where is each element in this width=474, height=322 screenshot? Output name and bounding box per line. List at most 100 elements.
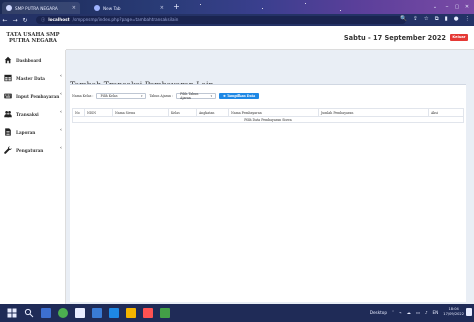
profile-avatar-icon[interactable]: ●	[454, 16, 459, 23]
site-info-icon[interactable]: ⓘ	[41, 16, 45, 24]
chevron-up-icon[interactable]: ˄	[392, 310, 394, 315]
kelas-select[interactable]: Pilih Kelas ▾	[96, 93, 147, 99]
sidebar-item-laporan[interactable]: Laporan ‹	[0, 124, 65, 140]
desktop-toolbar-label[interactable]: Desktop	[370, 310, 387, 315]
chevron-down-icon: ▾	[210, 94, 213, 98]
browser-menu-icon[interactable]: ⋮	[465, 16, 471, 23]
file-explorer-icon[interactable]	[126, 308, 136, 318]
sidebar-item-input-pembayaran[interactable]: Input Pembayaran ‹	[0, 88, 65, 104]
app-icon[interactable]	[143, 308, 153, 318]
column-header-aksi: Aksi	[428, 108, 464, 117]
chevron-left-icon: ‹	[60, 91, 62, 97]
zoom-icon[interactable]: 🔍	[400, 16, 407, 23]
column-header-jumlah-pembayaran: Jumlah Pembayaran	[318, 108, 429, 117]
tab-close-icon[interactable]: ×	[160, 5, 164, 11]
chevron-left-icon: ‹	[60, 109, 62, 115]
sidebar-icon[interactable]: ▮	[445, 16, 448, 23]
reload-icon[interactable]: ↻	[20, 17, 30, 24]
windows-start-icon[interactable]	[7, 308, 17, 318]
sidebar-item-transaksi[interactable]: Transaksi ‹	[0, 106, 65, 122]
volume-icon[interactable]: ♪	[425, 310, 428, 315]
back-arrow-icon[interactable]: ←	[0, 17, 10, 24]
battery-icon[interactable]: ▭	[416, 310, 420, 315]
chrome-newtab-icon	[94, 5, 100, 11]
wrench-icon	[4, 146, 12, 154]
address-bar[interactable]: ⓘ localhost/smppnsmp/index.php?page=tamb…	[36, 16, 406, 24]
table-empty-row: Pilih Data Pembayaran Siswa	[72, 116, 464, 123]
microsoft-store-icon[interactable]	[75, 308, 85, 318]
column-header-no: No	[72, 108, 85, 117]
share-icon[interactable]: ⇪	[413, 16, 418, 23]
language-icon[interactable]: EN	[433, 310, 439, 315]
brand-logo[interactable]: TATA USAHA SMP PUTRA NEGARA	[0, 26, 66, 50]
notification-icon[interactable]	[466, 308, 472, 316]
sidebar-item-pengaturan[interactable]: Pengaturan ‹	[0, 142, 65, 158]
chrome-icon[interactable]	[58, 308, 68, 318]
sidebar-item-label: Pengaturan	[16, 147, 44, 153]
background-star	[200, 4, 201, 5]
file-icon	[5, 128, 11, 136]
users-icon	[4, 111, 12, 118]
column-header-nama-siswa: Nama Siswa	[112, 108, 169, 117]
transactions-table: No NISN Nama Siswa Kelas Angkatan Nama P…	[72, 108, 464, 123]
filter-bar: Nama Kelas : Pilih Kelas ▾ Tahun Ajaran …	[70, 91, 466, 101]
extensions-icon[interactable]: ⧉	[435, 16, 439, 23]
home-icon	[4, 56, 12, 64]
sidebar-item-master-data[interactable]: Master Data ‹	[0, 70, 65, 86]
column-header-nama-pembayaran: Nama Pembayaran	[228, 108, 319, 117]
network-icon[interactable]: ⌁	[399, 310, 402, 315]
tab-label: SMP PUTRA NEGARA	[15, 5, 58, 11]
toolbar-icons: 🔍 ⇪ ☆ ⧉ ▮ ● ⋮	[400, 16, 470, 23]
keyboard-icon	[4, 93, 12, 99]
kelas-label: Nama Kelas :	[72, 94, 94, 98]
column-header-angkatan: Angkatan	[196, 108, 229, 117]
chevron-left-icon: ‹	[60, 145, 62, 151]
tab-close-icon[interactable]: ×	[72, 5, 76, 11]
edge-icon[interactable]	[109, 308, 119, 318]
logout-button[interactable]: Keluar	[450, 34, 468, 41]
sidebar-item-label: Dashboard	[16, 57, 42, 63]
brand-line-2: PUTRA NEGARA	[9, 38, 57, 44]
kelas-select-value: Pilih Kelas	[100, 94, 118, 98]
forward-arrow-icon[interactable]: →	[10, 17, 20, 24]
bookmark-star-icon[interactable]: ☆	[424, 16, 429, 23]
chevron-left-icon: ‹	[60, 73, 62, 79]
sidebar: Dashboard Master Data ‹ Input Pembayaran…	[0, 50, 66, 304]
url-path: /smppnsmp/index.php?page=tambahtransaksi…	[72, 17, 179, 22]
sidebar-item-label: Laporan	[16, 129, 36, 135]
background-star	[262, 8, 263, 9]
column-header-nisn: NISN	[84, 108, 113, 117]
column-header-kelas: Kelas	[168, 108, 197, 117]
mail-icon[interactable]	[92, 308, 102, 318]
main-content: Tambah Transaksi Pembayaran Lain Nama Ke…	[66, 50, 474, 304]
tab-smp-putra-negara[interactable]: SMP PUTRA NEGARA ×	[2, 2, 80, 14]
taskbar-clock[interactable]: 18:04 17/09/2022	[443, 307, 464, 317]
close-window-button[interactable]: ✕	[460, 1, 474, 13]
table-header-row: No NISN Nama Siswa Kelas Angkatan Nama P…	[72, 108, 464, 117]
new-tab-plus-icon[interactable]: +	[172, 3, 181, 12]
search-icon[interactable]	[24, 308, 34, 318]
table-icon	[4, 74, 12, 82]
sidebar-item-label: Transaksi	[16, 111, 39, 117]
browser-toolbar: ← → ↻ ⓘ localhost/smppnsmp/index.php?pag…	[0, 14, 474, 26]
windows-taskbar: Desktop ˄ ⌁ ☁ ▭ ♪ EN 18:04 17/09/2022	[0, 304, 474, 322]
task-view-icon[interactable]	[41, 308, 51, 318]
empty-table-message: Pilih Data Pembayaran Siswa	[72, 116, 464, 123]
app-header: TATA USAHA SMP PUTRA NEGARA Sabtu - 17 S…	[0, 26, 474, 50]
tampilkan-data-button[interactable]: ⊕ Tampilkan Data	[219, 93, 260, 99]
tampilkan-data-label: Tampilkan Data	[226, 94, 256, 98]
browser-tab-strip: SMP PUTRA NEGARA × New Tab × + ⌄ – ▢ ✕	[0, 0, 474, 14]
sidebar-item-dashboard[interactable]: Dashboard	[0, 52, 65, 68]
tahun-ajaran-select-value: Pilih Tahun Ajaran	[180, 92, 199, 100]
chevron-down-icon: ▾	[140, 94, 143, 98]
cloud-icon[interactable]: ☁	[407, 310, 411, 315]
tab-label: New Tab	[103, 5, 121, 11]
tab-new-tab[interactable]: New Tab ×	[90, 2, 168, 14]
site-favicon-icon	[6, 5, 12, 11]
system-tray: Desktop ˄ ⌁ ☁ ▭ ♪ EN 18:04 17/09/2022	[370, 307, 464, 317]
tahun-ajaran-label: Tahun Ajaran :	[149, 94, 174, 98]
app-icon[interactable]	[160, 308, 170, 318]
sidebar-item-label: Input Pembayaran	[16, 93, 60, 99]
tahun-ajaran-select[interactable]: Pilih Tahun Ajaran ▾	[176, 92, 217, 100]
clock-date: 17/09/2022	[443, 312, 464, 316]
